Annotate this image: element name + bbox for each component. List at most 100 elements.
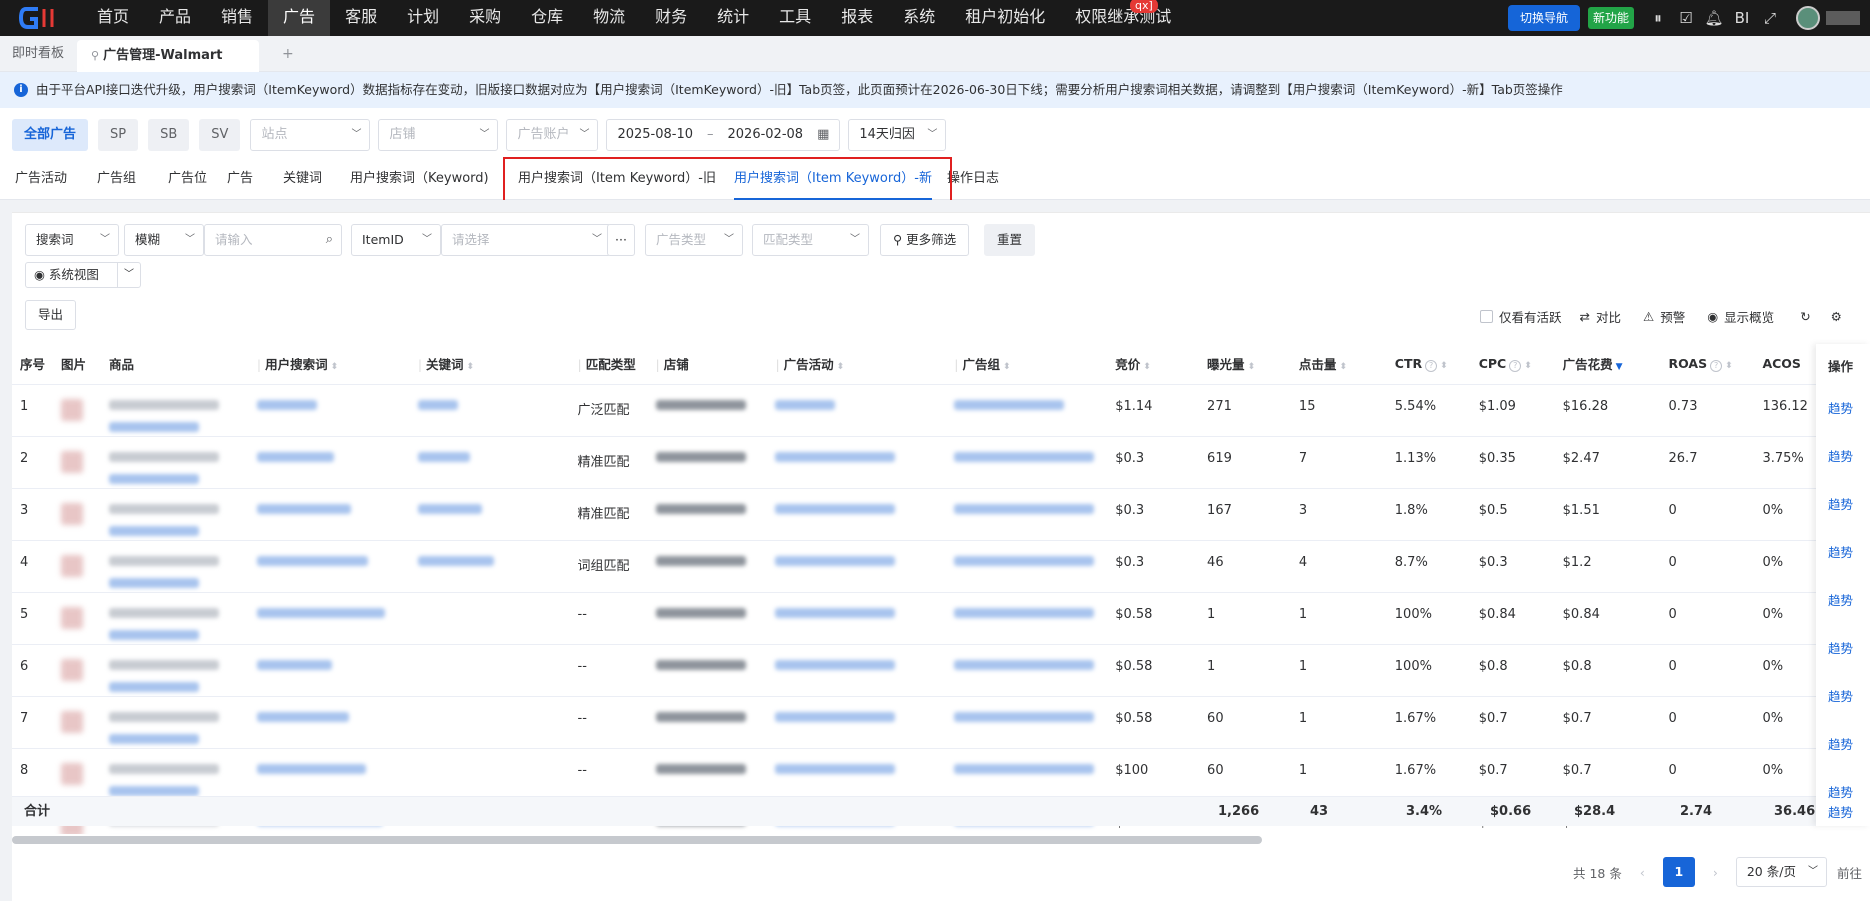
date-range-picker[interactable]: 2025-08-10 – 2026-02-08 ▦ bbox=[606, 119, 841, 151]
alert-button[interactable]: 预警 bbox=[1660, 307, 1685, 326]
trend-link[interactable]: 趋势 bbox=[1828, 686, 1853, 705]
table-row[interactable]: 7 -- $0.58 60 1 1.67% $0.7 $0.7 0 0% bbox=[12, 696, 1870, 749]
shop-select[interactable]: 店铺 ﹀ bbox=[378, 119, 499, 151]
trend-link[interactable]: 趋势 bbox=[1828, 590, 1853, 609]
system-view-select[interactable]: ◉ 系统视图 ﹀ bbox=[25, 262, 141, 288]
column-header[interactable]: | 用户搜索词 ⬍ bbox=[248, 344, 410, 385]
search-term-redacted[interactable] bbox=[256, 711, 349, 722]
trend-link[interactable]: 趋势 bbox=[1828, 734, 1853, 753]
campaign-redacted[interactable] bbox=[775, 711, 896, 722]
avatar[interactable] bbox=[1796, 6, 1820, 30]
column-header[interactable]: 竞价 ⬍ bbox=[1107, 344, 1200, 385]
search-term-redacted[interactable] bbox=[256, 763, 366, 774]
nav-item[interactable]: 财务 bbox=[640, 0, 702, 36]
subtab[interactable]: 关键词 bbox=[283, 160, 322, 198]
subtab[interactable]: 广告 bbox=[227, 160, 253, 198]
nav-item[interactable]: 租户初始化 bbox=[950, 0, 1060, 36]
ad-group-redacted[interactable] bbox=[954, 555, 1095, 566]
campaign-redacted[interactable] bbox=[775, 607, 896, 618]
overview-button[interactable]: 显示概览 bbox=[1724, 307, 1774, 326]
nav-item[interactable]: 报表 bbox=[826, 0, 888, 36]
ad-group-redacted[interactable] bbox=[954, 399, 1065, 410]
more-options-button[interactable]: ··· bbox=[607, 224, 635, 256]
eye-icon[interactable]: ◉ bbox=[1707, 309, 1718, 324]
new-feature-button[interactable]: 新功能 bbox=[1587, 7, 1634, 29]
product-image[interactable] bbox=[61, 762, 84, 785]
nav-item[interactable]: 权限继承测试 bbox=[1060, 0, 1186, 36]
product-image[interactable] bbox=[61, 710, 84, 733]
ad-group-redacted[interactable] bbox=[954, 659, 1095, 670]
nav-item[interactable]: 物流 bbox=[578, 0, 640, 36]
ad-account-select[interactable]: 广告账户 ﹀ bbox=[506, 119, 599, 151]
nav-item[interactable]: 产品 bbox=[144, 0, 206, 36]
trend-link[interactable]: 趋势 bbox=[1828, 638, 1853, 657]
column-header[interactable]: 广告花费 ▼ bbox=[1554, 344, 1661, 385]
horizontal-scrollbar[interactable] bbox=[12, 836, 1870, 844]
total-trend-link[interactable]: 趋势 bbox=[1828, 802, 1853, 821]
nav-item[interactable]: 采购 bbox=[454, 0, 516, 36]
match-type-select[interactable]: 匹配类型 ﹀ bbox=[752, 224, 869, 256]
all-ads-button[interactable]: 全部广告 bbox=[12, 119, 89, 151]
table-row[interactable]: 6 -- $0.58 1 1 100% $0.8 $0.8 0 0% bbox=[12, 644, 1870, 697]
product-image[interactable] bbox=[61, 554, 84, 577]
nav-item[interactable]: 计划 bbox=[392, 0, 454, 36]
prev-page-icon[interactable]: ‹ bbox=[1640, 865, 1645, 880]
search-term-redacted[interactable] bbox=[256, 451, 334, 462]
itemid-value-select[interactable]: 请选择 ﹀ bbox=[441, 224, 611, 256]
trend-link[interactable]: 趋势 bbox=[1828, 542, 1853, 561]
subtab[interactable]: 广告位 bbox=[168, 160, 207, 198]
ad-group-redacted[interactable] bbox=[954, 503, 1095, 514]
alert-icon[interactable]: ⚠ bbox=[1643, 309, 1654, 324]
scrollbar-thumb[interactable] bbox=[12, 836, 1262, 844]
nav-item[interactable]: 客服 bbox=[330, 0, 392, 36]
sp-button[interactable]: SP bbox=[98, 119, 139, 151]
trend-link[interactable]: 趋势 bbox=[1828, 446, 1853, 465]
campaign-redacted[interactable] bbox=[775, 503, 896, 514]
table-row[interactable]: 1 广泛匹配 $1.14 271 15 5.54% $1.09 $16.28 0.73 136.1… bbox=[12, 384, 1870, 437]
ad-group-redacted[interactable] bbox=[954, 607, 1095, 618]
product-image[interactable] bbox=[61, 658, 84, 681]
campaign-redacted[interactable] bbox=[775, 659, 896, 670]
product-image[interactable] bbox=[61, 450, 84, 473]
product-image[interactable] bbox=[61, 502, 84, 525]
column-header[interactable]: | 广告组 ⬍ bbox=[946, 344, 1108, 385]
active-only-checkbox[interactable] bbox=[1480, 309, 1493, 323]
compare-icon[interactable]: ⇄ bbox=[1580, 309, 1590, 324]
subtab[interactable]: 广告组 bbox=[97, 160, 136, 198]
nav-item[interactable]: 系统 bbox=[888, 0, 950, 36]
nav-item[interactable]: 工具 bbox=[764, 0, 826, 36]
match-mode-select[interactable]: 模糊 ﹀ bbox=[124, 224, 204, 256]
table-row[interactable]: 4 词组匹配 $0.3 46 4 8.7% $0.3 $1.2 0 0% bbox=[12, 540, 1870, 593]
bi-icon[interactable]: BI bbox=[1728, 9, 1756, 27]
search-term-redacted[interactable] bbox=[256, 399, 317, 410]
search-term-redacted[interactable] bbox=[256, 607, 385, 618]
nav-item[interactable]: 统计 bbox=[702, 0, 764, 36]
trend-link[interactable]: 趋势 bbox=[1828, 782, 1853, 801]
table-row[interactable]: 3 精准匹配 $0.3 167 3 1.8% $0.5 $1.51 0 0% bbox=[12, 488, 1870, 541]
trend-link[interactable]: 趋势 bbox=[1828, 398, 1853, 417]
ad-group-redacted[interactable] bbox=[954, 711, 1095, 722]
pause-icon[interactable]: ⏸ bbox=[1644, 9, 1672, 27]
more-filters-button[interactable]: ⚲ 更多筛选 bbox=[880, 224, 970, 256]
tab-dashboard[interactable]: 即时看板 bbox=[12, 36, 64, 72]
nav-item[interactable]: 首页 bbox=[82, 0, 144, 36]
refresh-icon[interactable]: ↻ bbox=[1800, 309, 1810, 324]
subtab[interactable]: 用户搜索词（Keyword) bbox=[350, 160, 489, 198]
campaign-redacted[interactable] bbox=[775, 555, 896, 566]
trend-link[interactable]: 趋势 bbox=[1828, 494, 1853, 513]
export-button[interactable]: 导出 bbox=[25, 300, 77, 330]
switch-nav-button[interactable]: 切换导航 bbox=[1507, 5, 1580, 31]
ad-type-select[interactable]: 广告类型 ﹀ bbox=[645, 224, 743, 256]
column-header[interactable]: ROAS? ⬍ bbox=[1660, 344, 1755, 385]
column-header[interactable]: CTR? ⬍ bbox=[1386, 344, 1471, 385]
nav-item[interactable]: 销售 bbox=[206, 0, 268, 36]
site-select[interactable]: 站点 ﹀ bbox=[250, 119, 371, 151]
sb-button[interactable]: SB bbox=[148, 119, 190, 151]
compare-button[interactable]: 对比 bbox=[1596, 307, 1621, 326]
user-name-redacted[interactable] bbox=[1826, 11, 1860, 25]
table-row[interactable]: 8 -- $100 60 1 1.67% $0.7 $0.7 0 0% bbox=[12, 748, 1870, 801]
search-term-redacted[interactable] bbox=[256, 555, 368, 566]
column-header[interactable]: | 广告活动 ⬍ bbox=[767, 344, 947, 385]
next-page-icon[interactable]: › bbox=[1713, 865, 1718, 880]
subtab[interactable]: 广告活动 bbox=[15, 160, 67, 198]
